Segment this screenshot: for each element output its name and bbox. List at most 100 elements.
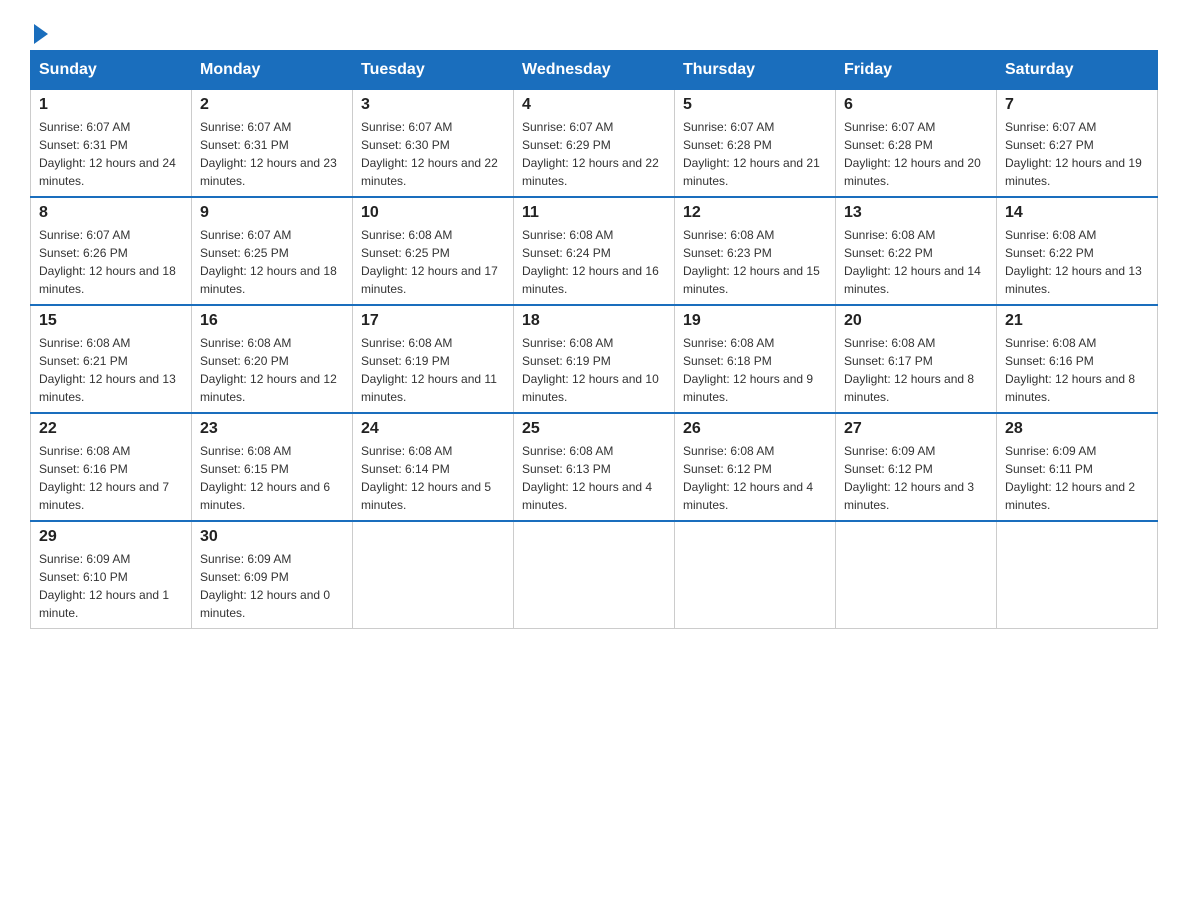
day-info: Sunrise: 6:07 AMSunset: 6:29 PMDaylight:… — [522, 118, 666, 190]
calendar-cell: 3 Sunrise: 6:07 AMSunset: 6:30 PMDaylight… — [353, 90, 514, 198]
day-number: 26 — [683, 420, 827, 438]
calendar-header-saturday: Saturday — [997, 51, 1158, 90]
calendar-cell: 22 Sunrise: 6:08 AMSunset: 6:16 PMDayligh… — [31, 413, 192, 521]
day-info: Sunrise: 6:09 AMSunset: 6:11 PMDaylight:… — [1005, 442, 1149, 514]
day-number: 21 — [1005, 312, 1149, 330]
day-number: 3 — [361, 96, 505, 114]
calendar-cell: 25 Sunrise: 6:08 AMSunset: 6:13 PMDayligh… — [514, 413, 675, 521]
day-number: 8 — [39, 204, 183, 222]
day-info: Sunrise: 6:09 AMSunset: 6:09 PMDaylight:… — [200, 550, 344, 622]
day-info: Sunrise: 6:08 AMSunset: 6:16 PMDaylight:… — [39, 442, 183, 514]
calendar-cell: 21 Sunrise: 6:08 AMSunset: 6:16 PMDayligh… — [997, 305, 1158, 413]
calendar-cell — [353, 521, 514, 629]
day-number: 16 — [200, 312, 344, 330]
calendar-header-row: SundayMondayTuesdayWednesdayThursdayFrid… — [31, 51, 1158, 90]
calendar-cell: 16 Sunrise: 6:08 AMSunset: 6:20 PMDayligh… — [192, 305, 353, 413]
calendar-header-sunday: Sunday — [31, 51, 192, 90]
day-number: 25 — [522, 420, 666, 438]
calendar-cell — [675, 521, 836, 629]
calendar-cell: 27 Sunrise: 6:09 AMSunset: 6:12 PMDayligh… — [836, 413, 997, 521]
day-info: Sunrise: 6:08 AMSunset: 6:22 PMDaylight:… — [844, 226, 988, 298]
calendar-cell: 29 Sunrise: 6:09 AMSunset: 6:10 PMDayligh… — [31, 521, 192, 629]
day-number: 5 — [683, 96, 827, 114]
day-info: Sunrise: 6:08 AMSunset: 6:19 PMDaylight:… — [522, 334, 666, 406]
day-number: 23 — [200, 420, 344, 438]
calendar-cell: 13Sunrise: 6:08 AMSunset: 6:22 PMDayligh… — [836, 197, 997, 305]
calendar-week-row: 29 Sunrise: 6:09 AMSunset: 6:10 PMDayligh… — [31, 521, 1158, 629]
calendar-week-row: 1 Sunrise: 6:07 AMSunset: 6:31 PMDaylight… — [31, 90, 1158, 198]
day-info: Sunrise: 6:08 AMSunset: 6:20 PMDaylight:… — [200, 334, 344, 406]
calendar-cell: 12Sunrise: 6:08 AMSunset: 6:23 PMDayligh… — [675, 197, 836, 305]
calendar-week-row: 8 Sunrise: 6:07 AMSunset: 6:26 PMDaylight… — [31, 197, 1158, 305]
day-number: 17 — [361, 312, 505, 330]
day-number: 28 — [1005, 420, 1149, 438]
day-number: 19 — [683, 312, 827, 330]
calendar-cell — [514, 521, 675, 629]
day-info: Sunrise: 6:08 AMSunset: 6:14 PMDaylight:… — [361, 442, 505, 514]
calendar-header-wednesday: Wednesday — [514, 51, 675, 90]
calendar-cell: 1 Sunrise: 6:07 AMSunset: 6:31 PMDaylight… — [31, 90, 192, 198]
calendar-cell: 6Sunrise: 6:07 AMSunset: 6:28 PMDaylight… — [836, 90, 997, 198]
day-number: 1 — [39, 96, 183, 114]
day-number: 14 — [1005, 204, 1149, 222]
day-number: 30 — [200, 528, 344, 546]
day-number: 15 — [39, 312, 183, 330]
calendar-cell: 26 Sunrise: 6:08 AMSunset: 6:12 PMDayligh… — [675, 413, 836, 521]
day-number: 22 — [39, 420, 183, 438]
day-number: 4 — [522, 96, 666, 114]
day-number: 6 — [844, 96, 988, 114]
calendar-cell: 17 Sunrise: 6:08 AMSunset: 6:19 PMDayligh… — [353, 305, 514, 413]
day-info: Sunrise: 6:08 AMSunset: 6:21 PMDaylight:… — [39, 334, 183, 406]
day-info: Sunrise: 6:08 AMSunset: 6:19 PMDaylight:… — [361, 334, 505, 406]
day-number: 29 — [39, 528, 183, 546]
calendar-cell — [836, 521, 997, 629]
day-info: Sunrise: 6:08 AMSunset: 6:16 PMDaylight:… — [1005, 334, 1149, 406]
day-info: Sunrise: 6:07 AMSunset: 6:31 PMDaylight:… — [200, 118, 344, 190]
day-info: Sunrise: 6:08 AMSunset: 6:17 PMDaylight:… — [844, 334, 988, 406]
day-number: 10 — [361, 204, 505, 222]
day-number: 11 — [522, 204, 666, 222]
day-number: 27 — [844, 420, 988, 438]
calendar-cell: 20 Sunrise: 6:08 AMSunset: 6:17 PMDayligh… — [836, 305, 997, 413]
calendar-header-thursday: Thursday — [675, 51, 836, 90]
day-info: Sunrise: 6:07 AMSunset: 6:26 PMDaylight:… — [39, 226, 183, 298]
calendar-cell: 14 Sunrise: 6:08 AMSunset: 6:22 PMDayligh… — [997, 197, 1158, 305]
day-number: 2 — [200, 96, 344, 114]
calendar-header-tuesday: Tuesday — [353, 51, 514, 90]
day-info: Sunrise: 6:08 AMSunset: 6:18 PMDaylight:… — [683, 334, 827, 406]
calendar-header-friday: Friday — [836, 51, 997, 90]
day-number: 18 — [522, 312, 666, 330]
day-info: Sunrise: 6:07 AMSunset: 6:31 PMDaylight:… — [39, 118, 183, 190]
day-number: 20 — [844, 312, 988, 330]
day-info: Sunrise: 6:08 AMSunset: 6:12 PMDaylight:… — [683, 442, 827, 514]
calendar-cell: 2 Sunrise: 6:07 AMSunset: 6:31 PMDaylight… — [192, 90, 353, 198]
day-info: Sunrise: 6:09 AMSunset: 6:12 PMDaylight:… — [844, 442, 988, 514]
day-number: 7 — [1005, 96, 1149, 114]
day-info: Sunrise: 6:09 AMSunset: 6:10 PMDaylight:… — [39, 550, 183, 622]
day-info: Sunrise: 6:07 AMSunset: 6:25 PMDaylight:… — [200, 226, 344, 298]
day-info: Sunrise: 6:08 AMSunset: 6:25 PMDaylight:… — [361, 226, 505, 298]
header — [30, 20, 1158, 40]
day-info: Sunrise: 6:08 AMSunset: 6:13 PMDaylight:… — [522, 442, 666, 514]
calendar-cell: 15 Sunrise: 6:08 AMSunset: 6:21 PMDayligh… — [31, 305, 192, 413]
calendar-week-row: 22 Sunrise: 6:08 AMSunset: 6:16 PMDayligh… — [31, 413, 1158, 521]
day-info: Sunrise: 6:07 AMSunset: 6:27 PMDaylight:… — [1005, 118, 1149, 190]
calendar-cell — [997, 521, 1158, 629]
day-info: Sunrise: 6:08 AMSunset: 6:23 PMDaylight:… — [683, 226, 827, 298]
day-number: 24 — [361, 420, 505, 438]
calendar-table: SundayMondayTuesdayWednesdayThursdayFrid… — [30, 50, 1158, 629]
day-info: Sunrise: 6:08 AMSunset: 6:22 PMDaylight:… — [1005, 226, 1149, 298]
calendar-cell: 5 Sunrise: 6:07 AMSunset: 6:28 PMDaylight… — [675, 90, 836, 198]
calendar-cell: 23Sunrise: 6:08 AMSunset: 6:15 PMDayligh… — [192, 413, 353, 521]
day-number: 9 — [200, 204, 344, 222]
calendar-cell: 28 Sunrise: 6:09 AMSunset: 6:11 PMDayligh… — [997, 413, 1158, 521]
calendar-cell: 11 Sunrise: 6:08 AMSunset: 6:24 PMDayligh… — [514, 197, 675, 305]
calendar-cell: 9 Sunrise: 6:07 AMSunset: 6:25 PMDaylight… — [192, 197, 353, 305]
calendar-cell: 7 Sunrise: 6:07 AMSunset: 6:27 PMDaylight… — [997, 90, 1158, 198]
day-info: Sunrise: 6:08 AMSunset: 6:24 PMDaylight:… — [522, 226, 666, 298]
logo-arrow-icon — [34, 24, 48, 44]
day-info: Sunrise: 6:07 AMSunset: 6:30 PMDaylight:… — [361, 118, 505, 190]
calendar-cell: 8 Sunrise: 6:07 AMSunset: 6:26 PMDaylight… — [31, 197, 192, 305]
day-info: Sunrise: 6:07 AMSunset: 6:28 PMDaylight:… — [683, 118, 827, 190]
calendar-cell: 18 Sunrise: 6:08 AMSunset: 6:19 PMDayligh… — [514, 305, 675, 413]
